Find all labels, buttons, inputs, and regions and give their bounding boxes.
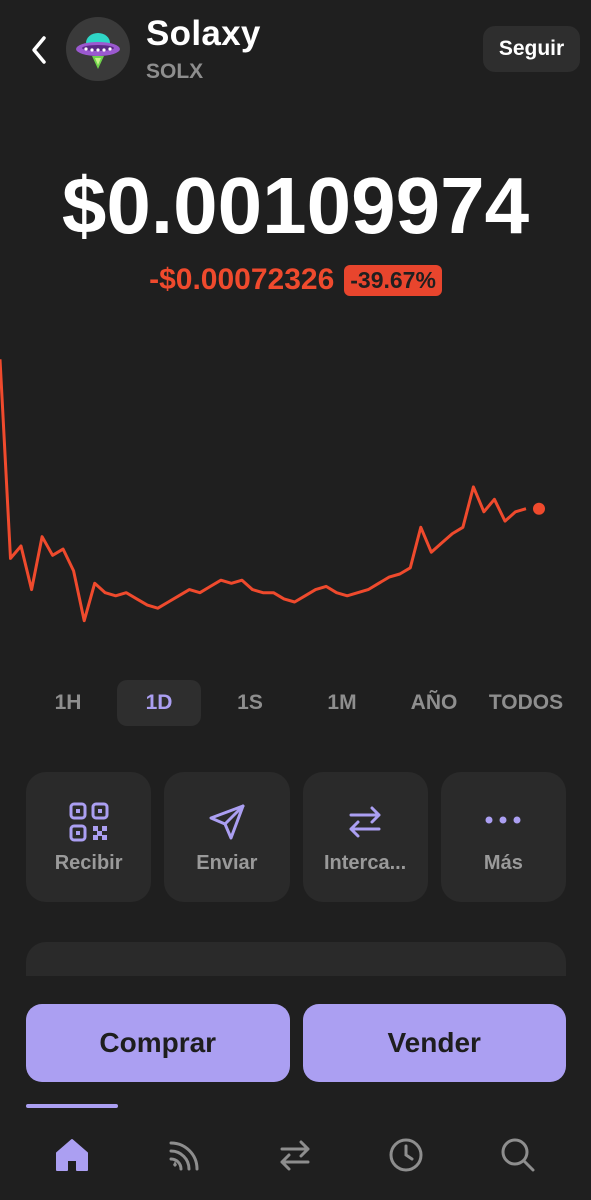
- swap-label: Interca...: [323, 852, 407, 874]
- time-range-selector: 1H 1D 1S 1M AÑO TODOS: [22, 680, 572, 726]
- price-change-row: -$0.00072326 -39.67%: [0, 262, 591, 297]
- range-1h[interactable]: 1H: [22, 680, 114, 726]
- current-price: $0.00109974: [61, 161, 530, 250]
- tab-home[interactable]: [47, 1130, 97, 1180]
- search-icon: [501, 1138, 535, 1172]
- info-card-peek: [26, 942, 566, 976]
- bottom-tab-bar: [0, 1120, 591, 1190]
- price-chart[interactable]: [0, 340, 591, 640]
- more-label: Más: [483, 852, 523, 874]
- buy-button[interactable]: Comprar: [26, 1004, 290, 1082]
- trade-buttons: Comprar Vender: [26, 1004, 566, 1082]
- swap-button[interactable]: Interca...: [302, 772, 428, 902]
- feed-icon: [169, 1141, 199, 1171]
- more-button[interactable]: Más: [440, 772, 566, 902]
- follow-button[interactable]: Seguir: [483, 26, 580, 72]
- price-line: [0, 359, 527, 623]
- price-change-amount: -$0.00072326: [149, 263, 335, 297]
- range-1d[interactable]: 1D: [117, 680, 201, 726]
- qr-code-icon: [69, 802, 109, 842]
- action-row: Recibir Enviar Interca... Más: [26, 772, 566, 902]
- sell-button[interactable]: Vender: [302, 1004, 566, 1082]
- tab-swap[interactable]: [270, 1130, 320, 1180]
- tab-feed[interactable]: [158, 1130, 208, 1180]
- range-todos[interactable]: TODOS: [480, 680, 572, 726]
- range-año[interactable]: AÑO: [388, 680, 480, 726]
- swap-icon: [280, 1140, 310, 1171]
- more-dots-icon: [485, 816, 521, 824]
- token-name: Solaxy: [146, 14, 261, 53]
- send-button[interactable]: Enviar: [164, 772, 290, 902]
- price-change-badge: -39.67%: [344, 264, 442, 296]
- active-tab-indicator: [26, 1104, 118, 1108]
- token-header: Solaxy SOLX Seguir: [0, 0, 591, 100]
- swap-arrows-icon: [349, 806, 381, 838]
- home-icon: [56, 1139, 88, 1171]
- tab-history[interactable]: [381, 1130, 431, 1180]
- ufo-logo-icon: [76, 33, 120, 69]
- range-1m[interactable]: 1M: [296, 680, 388, 726]
- range-1s[interactable]: 1S: [204, 680, 296, 726]
- current-price-dot: [533, 502, 545, 515]
- send-icon: [209, 804, 245, 840]
- back-arrow-icon[interactable]: [26, 32, 54, 68]
- receive-label: Recibir: [54, 852, 123, 874]
- send-label: Enviar: [196, 852, 258, 874]
- token-symbol: SOLX: [146, 60, 204, 83]
- receive-button[interactable]: Recibir: [26, 772, 152, 902]
- token-avatar: [66, 17, 130, 81]
- tab-search[interactable]: [493, 1130, 543, 1180]
- history-icon: [389, 1138, 423, 1172]
